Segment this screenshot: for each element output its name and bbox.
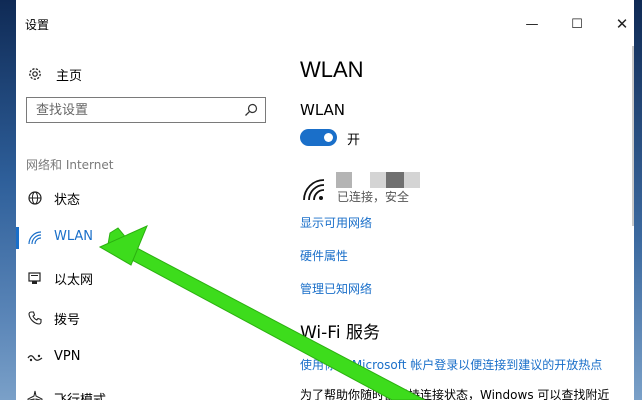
sidebar-item-wlan[interactable]: WLAN <box>16 220 288 256</box>
search-input[interactable] <box>36 101 236 119</box>
network-status: 已连接，安全 <box>337 190 410 204</box>
gear-icon <box>26 65 44 83</box>
close-button[interactable]: ✕ <box>602 10 634 38</box>
toggle-knob <box>324 133 333 142</box>
scrollbar[interactable] <box>632 46 634 226</box>
sidebar-item-vpn[interactable]: VPN <box>16 340 288 376</box>
sidebar-item-label: 状态 <box>54 193 81 208</box>
minimize-button[interactable]: — <box>512 10 552 38</box>
window-title: 设置 <box>25 18 50 32</box>
sidebar-item-label: 飞行模式 <box>54 389 106 400</box>
settings-window: 设置 — ☐ ✕ 主页 网络和 Internet 状态 <box>16 0 634 400</box>
toggle-state-label: 开 <box>347 133 361 148</box>
main-content: WLAN WLAN 开 已连接，安全 显示可用网络 硬件属性 管理已知网络 Wi… <box>300 46 634 400</box>
show-available-networks-link[interactable]: 显示可用网络 <box>300 214 372 231</box>
desktop-background-left <box>0 0 16 400</box>
airplane-icon <box>26 389 44 400</box>
sidebar-item-status[interactable]: 状态 <box>16 180 288 216</box>
page-title: WLAN <box>300 57 364 82</box>
wifi-service-heading: Wi-Fi 服务 <box>300 323 380 343</box>
home-nav-item[interactable]: 主页 <box>26 63 82 85</box>
microsoft-account-link[interactable]: 使用你的 Microsoft 帐户登录以便连接到建议的开放热点 <box>300 356 602 373</box>
hardware-properties-link[interactable]: 硬件属性 <box>300 247 348 264</box>
wifi-icon <box>26 229 44 247</box>
sidebar-item-airplane-mode[interactable]: 飞行模式 <box>16 380 288 400</box>
globe-icon <box>26 189 44 207</box>
vpn-icon <box>26 349 44 367</box>
active-indicator <box>16 227 19 249</box>
network-name-redacted[interactable] <box>336 172 420 188</box>
sidebar-item-label: VPN <box>54 349 81 364</box>
sidebar-item-dialup[interactable]: 拨号 <box>16 300 288 336</box>
sidebar-item-label: 拨号 <box>54 313 81 328</box>
sidebar-item-label: WLAN <box>54 229 94 244</box>
desktop-background-right <box>634 0 642 400</box>
search-box[interactable] <box>26 97 266 123</box>
title-bar[interactable]: 设置 — ☐ ✕ <box>16 0 634 46</box>
search-icon[interactable] <box>243 102 259 118</box>
sidebar-item-ethernet[interactable]: 以太网 <box>16 260 288 296</box>
wifi-service-description: 为了帮助你随时都保持连接状态，Windows 可以查找附近 <box>300 388 610 400</box>
maximize-button[interactable]: ☐ <box>557 10 597 38</box>
section-label: 网络和 Internet <box>26 158 114 172</box>
wifi-signal-icon <box>302 176 328 202</box>
wlan-toggle[interactable] <box>300 129 337 146</box>
wlan-section-label: WLAN <box>300 101 346 119</box>
sidebar-item-label: 以太网 <box>54 273 94 288</box>
phone-icon <box>26 309 44 327</box>
sidebar: 主页 网络和 Internet 状态 WLAN 以太网 <box>16 46 288 400</box>
home-label: 主页 <box>56 68 83 84</box>
ethernet-icon <box>26 269 44 287</box>
manage-known-networks-link[interactable]: 管理已知网络 <box>300 280 372 297</box>
